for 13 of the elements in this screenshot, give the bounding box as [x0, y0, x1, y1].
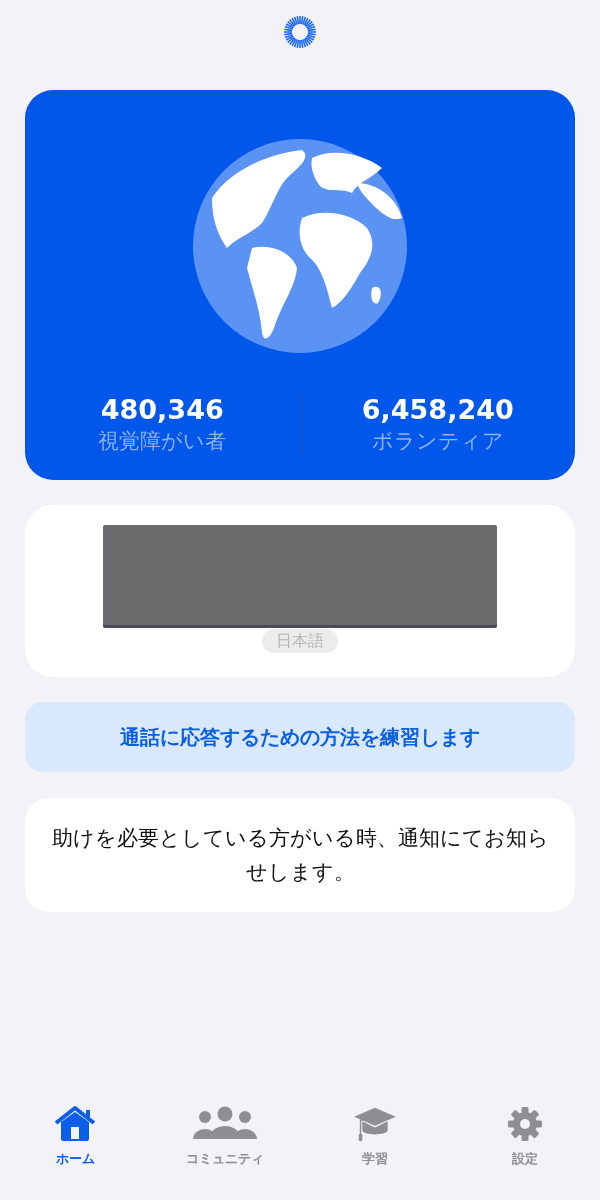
tab[interactable]: 学習: [310, 1104, 440, 1168]
sun-logo-icon: [282, 14, 318, 50]
stat-label: ボランティア: [371, 428, 504, 455]
tab[interactable]: コミュニティ: [160, 1104, 290, 1168]
stat-value: 480,346: [100, 394, 224, 426]
tab[interactable]: 設定: [460, 1104, 590, 1168]
notice-text: 助けを必要としている方がいる時、通知にてお知らせします。: [50, 825, 550, 886]
tab[interactable]: ホーム: [10, 1104, 140, 1168]
practice-button[interactable]: 通話に応答するための方法を練習します: [25, 702, 575, 772]
home-icon: [52, 1104, 98, 1143]
stat-value: 6,458,240: [361, 394, 514, 426]
stat-label: 視覚障がい者: [98, 428, 227, 455]
globe-icon: [192, 138, 408, 354]
